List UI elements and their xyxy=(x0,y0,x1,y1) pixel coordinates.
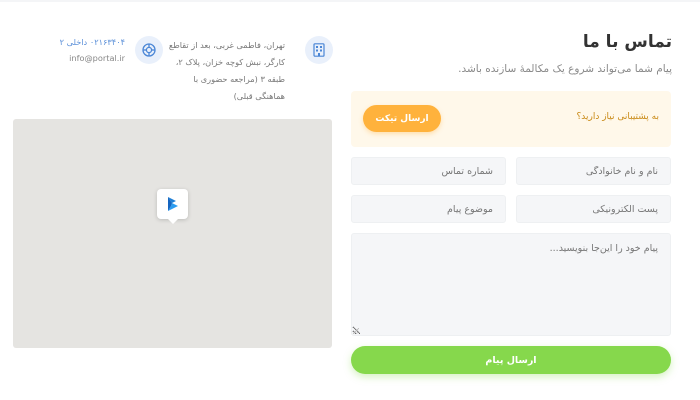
building-icon xyxy=(305,36,333,64)
name-field[interactable] xyxy=(516,157,671,185)
address-text: تهران، فاطمی غربی، بعد از تقاطع کارگر، ن… xyxy=(155,37,285,105)
email-address[interactable]: info@portal.ir xyxy=(69,53,125,63)
send-message-button[interactable]: ارسال پیام xyxy=(351,346,671,374)
phone-number[interactable]: ۰۲۱۶۳۴۰۴ داخلی ۲ xyxy=(60,37,125,47)
address-line: تهران، فاطمی غربی، بعد از تقاطع xyxy=(168,40,285,50)
address-line: هماهنگی قبلی) xyxy=(233,91,285,101)
location-map[interactable] xyxy=(13,119,332,348)
top-divider xyxy=(0,0,700,2)
message-textarea[interactable] xyxy=(351,233,671,336)
address-line: طبقه ۳ (مراجعه حضوری با xyxy=(193,74,285,84)
phone-field[interactable] xyxy=(351,157,506,185)
support-banner: به پشتیبانی نیاز دارید؟ ارسال تیکت xyxy=(351,91,671,147)
page-title: تماس با ما xyxy=(582,32,672,52)
support-lifebuoy-icon xyxy=(135,36,163,64)
email-field[interactable] xyxy=(516,195,671,223)
send-ticket-button[interactable]: ارسال تیکت xyxy=(363,105,441,132)
map-marker[interactable] xyxy=(157,189,188,224)
resize-handle-icon[interactable] xyxy=(353,328,359,334)
support-question: به پشتیبانی نیاز دارید؟ xyxy=(576,112,659,122)
subject-field[interactable] xyxy=(351,195,506,223)
address-line: کارگر، نبش کوچه خزان، پلاک ۲، xyxy=(175,57,285,67)
page-subtitle: پیام شما می‌تواند شروع یک مکالمهٔ سازنده… xyxy=(458,63,672,75)
brand-logo-icon xyxy=(167,197,178,211)
